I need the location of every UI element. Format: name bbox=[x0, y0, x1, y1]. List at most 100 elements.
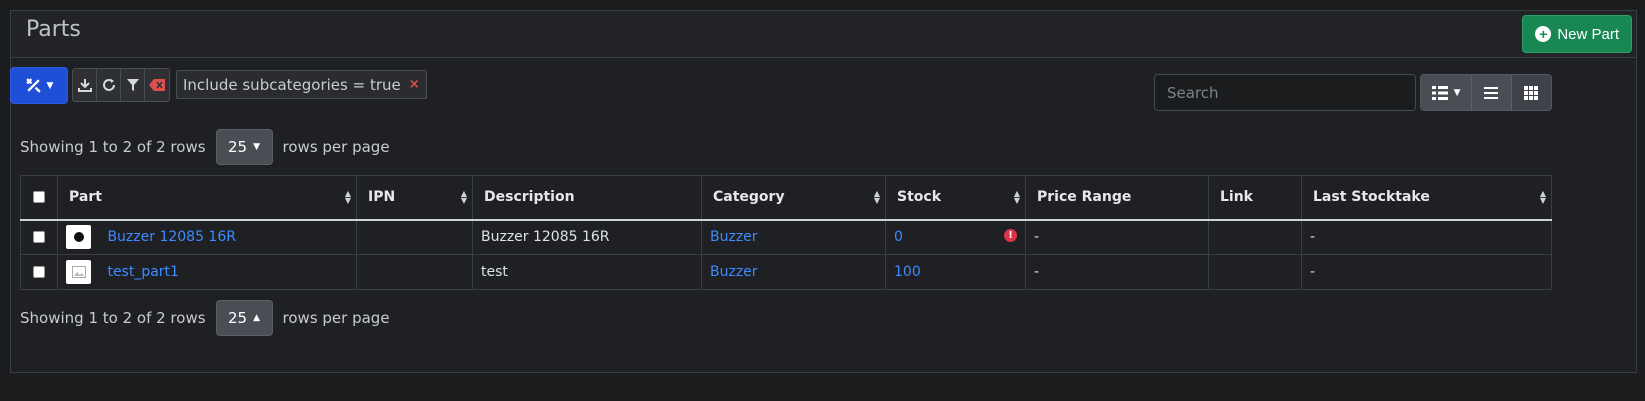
image-placeholder-icon bbox=[71, 266, 86, 278]
category-link[interactable]: Buzzer bbox=[710, 264, 758, 280]
stock-link[interactable]: 0 bbox=[894, 229, 903, 245]
pagination-top: Showing 1 to 2 of 2 rows 25 ▼ rows per p… bbox=[20, 129, 390, 165]
row-checkbox[interactable] bbox=[33, 231, 45, 244]
page-title: Parts bbox=[26, 17, 81, 42]
part-thumbnail bbox=[66, 225, 91, 250]
table-view-dropdown-button[interactable]: ▼ bbox=[1421, 75, 1473, 110]
new-part-label: New Part bbox=[1557, 25, 1619, 43]
sort-icon: ▲ ▼ bbox=[873, 189, 880, 205]
column-label: Last Stocktake bbox=[1313, 189, 1430, 206]
column-header-stock[interactable]: Stock ▲ ▼ bbox=[885, 175, 1026, 221]
low-stock-alert-icon: ! bbox=[1004, 228, 1017, 242]
description-cell: Buzzer 12085 16R bbox=[472, 219, 702, 255]
tools-icon bbox=[25, 78, 41, 93]
column-label: IPN bbox=[368, 189, 396, 206]
part-link[interactable]: test_part1 bbox=[107, 264, 179, 280]
backspace-icon bbox=[149, 79, 165, 91]
buzzer-image-icon bbox=[73, 232, 84, 243]
grid-view-button[interactable] bbox=[1511, 75, 1551, 110]
chevron-down-icon: ▼ bbox=[46, 80, 54, 91]
link-cell bbox=[1208, 219, 1302, 255]
sort-icon: ▲ ▼ bbox=[1539, 189, 1546, 205]
chevron-down-icon: ▼ bbox=[1453, 87, 1461, 98]
column-label: Description bbox=[484, 189, 575, 206]
refresh-button[interactable] bbox=[97, 69, 121, 101]
list-view-button[interactable] bbox=[1472, 75, 1512, 110]
select-all-header bbox=[20, 175, 58, 221]
download-button[interactable] bbox=[73, 69, 97, 101]
row-select-cell bbox=[20, 254, 58, 290]
link-cell bbox=[1208, 254, 1302, 290]
tools-dropdown-button[interactable]: ▼ bbox=[10, 67, 68, 104]
rows-per-page-select[interactable]: 25 ▼ bbox=[215, 129, 273, 165]
rows-per-page-select[interactable]: 25 ▲ bbox=[215, 300, 273, 336]
new-part-button[interactable]: + New Part bbox=[1522, 15, 1632, 53]
part-cell: Buzzer 12085 16R bbox=[57, 219, 357, 255]
column-header-ipn[interactable]: IPN ▲ ▼ bbox=[356, 175, 473, 221]
table-header-row: Part ▲ ▼ IPN ▲ ▼ Description Category ▲ ▼ S… bbox=[20, 175, 1552, 221]
refresh-icon bbox=[102, 79, 115, 91]
column-header-description: Description bbox=[472, 175, 702, 221]
description-cell: test bbox=[472, 254, 702, 290]
column-label: Link bbox=[1220, 189, 1253, 206]
view-mode-group: ▼ bbox=[1420, 74, 1552, 111]
sort-icon: ▲ ▼ bbox=[460, 189, 467, 205]
table-actions-group bbox=[72, 68, 170, 102]
column-header-last-stocktake[interactable]: Last Stocktake ▲ ▼ bbox=[1301, 175, 1552, 221]
panel-header: Parts + New Part bbox=[11, 11, 1636, 58]
sort-icon: ▲ ▼ bbox=[344, 189, 351, 205]
chevron-down-icon: ▼ bbox=[253, 142, 261, 152]
clear-filters-button[interactable] bbox=[145, 69, 169, 101]
row-checkbox[interactable] bbox=[33, 266, 45, 278]
column-label: Part bbox=[69, 189, 102, 206]
table-row: Buzzer 12085 16R Buzzer 12085 16R Buzzer… bbox=[20, 219, 1552, 255]
category-cell: Buzzer bbox=[701, 219, 886, 255]
column-label: Stock bbox=[897, 189, 942, 206]
parts-table: Part ▲ ▼ IPN ▲ ▼ Description Category ▲ ▼ S… bbox=[20, 175, 1552, 290]
chevron-up-icon: ▲ bbox=[253, 313, 261, 323]
ipn-cell bbox=[356, 219, 473, 255]
stock-link[interactable]: 100 bbox=[894, 264, 921, 280]
pagination-summary: Showing 1 to 2 of 2 rows bbox=[20, 309, 206, 327]
pagination-summary: Showing 1 to 2 of 2 rows bbox=[20, 138, 206, 156]
filter-button[interactable] bbox=[121, 69, 145, 101]
download-icon bbox=[77, 79, 92, 92]
price-range-cell: - bbox=[1025, 254, 1209, 290]
row-select-cell bbox=[20, 219, 58, 255]
rows-per-page-label: rows per page bbox=[282, 309, 390, 327]
ipn-cell bbox=[356, 254, 473, 290]
column-header-link: Link bbox=[1208, 175, 1302, 221]
grid-icon bbox=[1524, 85, 1539, 100]
table-toolbar: ▼ Include subcategories = true × bbox=[10, 67, 427, 104]
select-all-checkbox[interactable] bbox=[33, 191, 45, 204]
table-row: test_part1 test Buzzer 100 - - bbox=[20, 254, 1552, 290]
column-header-price-range: Price Range bbox=[1025, 175, 1209, 221]
part-link[interactable]: Buzzer 12085 16R bbox=[107, 229, 236, 245]
column-header-category[interactable]: Category ▲ ▼ bbox=[701, 175, 886, 221]
column-header-part[interactable]: Part ▲ ▼ bbox=[57, 175, 357, 221]
category-cell: Buzzer bbox=[701, 254, 886, 290]
part-thumbnail bbox=[66, 260, 91, 284]
rows-per-page-value: 25 bbox=[228, 309, 248, 327]
filter-icon bbox=[126, 79, 139, 91]
column-label: Category bbox=[713, 189, 785, 206]
last-stocktake-cell: - bbox=[1301, 219, 1552, 255]
column-label: Price Range bbox=[1037, 189, 1132, 206]
bars-icon bbox=[1484, 86, 1499, 99]
list-view-icon bbox=[1431, 85, 1448, 100]
plus-circle-icon: + bbox=[1535, 26, 1552, 42]
rows-per-page-label: rows per page bbox=[282, 138, 390, 156]
stock-cell: 0 ! bbox=[885, 219, 1026, 255]
stock-cell: 100 bbox=[885, 254, 1026, 290]
filter-chip: Include subcategories = true × bbox=[176, 70, 427, 99]
remove-filter-icon[interactable]: × bbox=[409, 77, 420, 92]
part-cell: test_part1 bbox=[57, 254, 357, 290]
search-input[interactable] bbox=[1154, 74, 1416, 111]
filter-chip-label: Include subcategories = true bbox=[183, 75, 401, 94]
pagination-bottom: Showing 1 to 2 of 2 rows 25 ▲ rows per p… bbox=[20, 300, 390, 336]
sort-icon: ▲ ▼ bbox=[1013, 189, 1020, 205]
rows-per-page-value: 25 bbox=[228, 138, 248, 156]
category-link[interactable]: Buzzer bbox=[710, 229, 758, 245]
price-range-cell: - bbox=[1025, 219, 1209, 255]
last-stocktake-cell: - bbox=[1301, 254, 1552, 290]
